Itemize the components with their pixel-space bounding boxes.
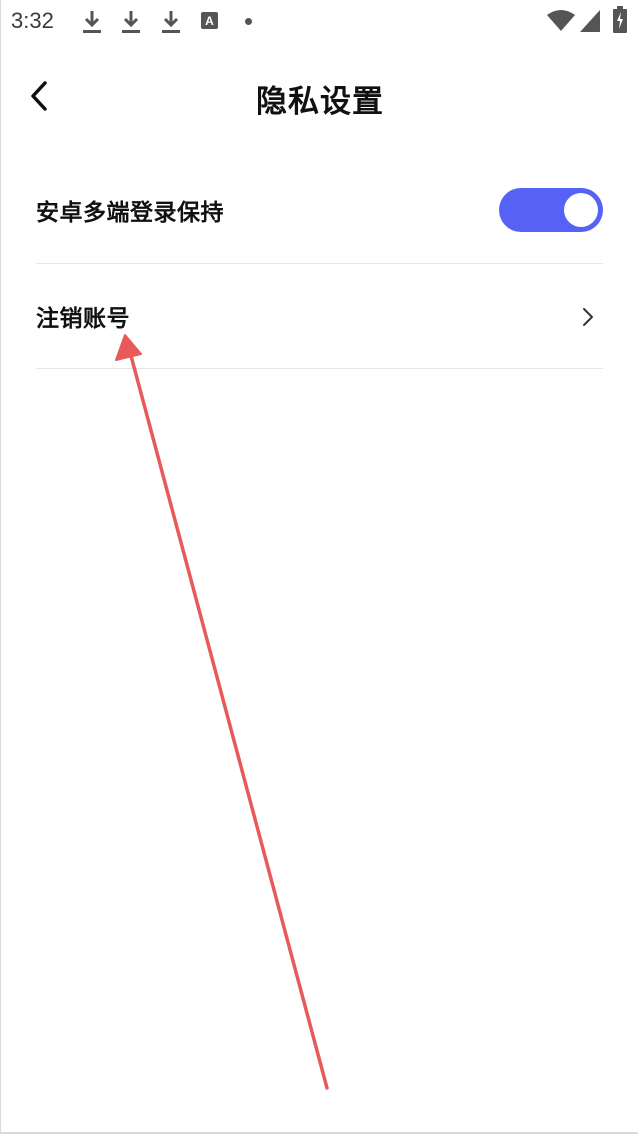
dot-icon: [245, 18, 252, 25]
battery-charging-icon: [613, 6, 627, 33]
setting-label: 安卓多端登录保持: [36, 199, 224, 226]
nav-bar: 隐私设置: [1, 60, 638, 134]
download-icon: [162, 11, 180, 33]
settings-list: 安卓多端登录保持 注销账号: [36, 158, 603, 369]
toggle-knob: [564, 193, 598, 227]
setting-row-delete-account[interactable]: 注销账号: [36, 264, 603, 369]
download-icon: [83, 11, 101, 33]
setting-row-multi-login: 安卓多端登录保持: [36, 158, 603, 264]
screen: 3:32 A 隐私设置 安卓多端登录保持 注销账号: [0, 0, 638, 1134]
page-title: 隐私设置: [256, 84, 384, 120]
signal-icon: [580, 10, 600, 32]
status-bar: 3:32 A: [1, 0, 638, 44]
status-time: 3:32: [11, 8, 54, 33]
setting-label: 注销账号: [36, 306, 130, 332]
chevron-right-icon: [583, 308, 593, 326]
multi-login-toggle[interactable]: [499, 188, 603, 232]
a-notification-icon: A: [201, 12, 218, 29]
download-icon: [122, 11, 140, 33]
wifi-icon: [547, 10, 575, 31]
